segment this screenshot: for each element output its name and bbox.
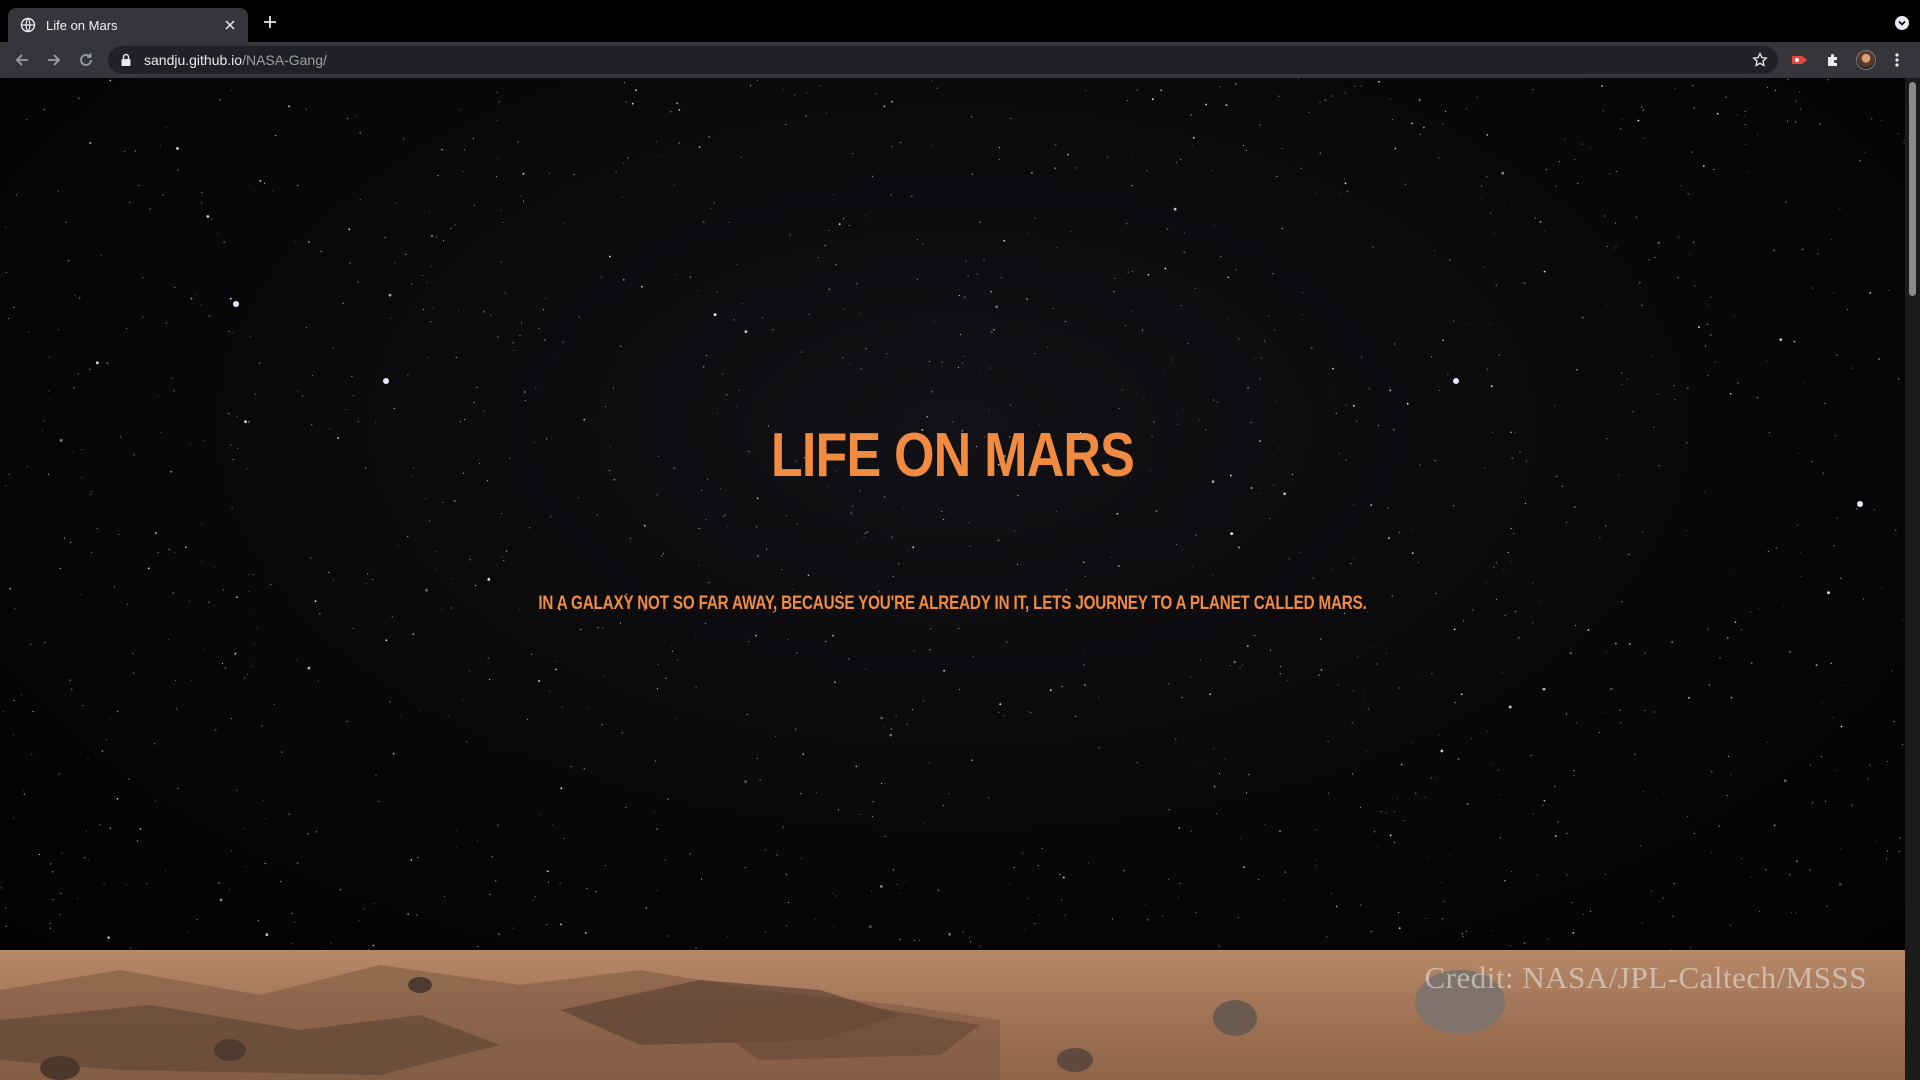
scrollbar-thumb[interactable] [1909, 82, 1916, 296]
forward-icon[interactable] [44, 50, 64, 70]
plus-icon[interactable] [262, 14, 278, 30]
tab-title: Life on Mars [46, 17, 118, 33]
browser-toolbar: sandju.github.io/NASA-Gang/ [0, 42, 1920, 78]
url-host: sandju.github.io [144, 52, 243, 68]
kebab-menu-icon[interactable] [1887, 50, 1907, 70]
page-subtitle: IN A GALAXY NOT SO FAR AWAY, BECAUSE YOU… [538, 593, 1367, 614]
puzzle-icon[interactable] [1823, 50, 1843, 70]
starfield [0, 78, 1905, 950]
tab-search-icon[interactable] [1894, 15, 1910, 31]
vertical-scrollbar[interactable] [1905, 78, 1920, 1080]
avatar[interactable] [1856, 50, 1876, 70]
url-path: /NASA-Gang/ [242, 52, 327, 68]
address-bar[interactable]: sandju.github.io/NASA-Gang/ [108, 46, 1778, 74]
starfield-background [0, 78, 1905, 950]
tab-strip: Life on Mars [0, 0, 1920, 42]
close-icon[interactable] [222, 17, 238, 33]
globe-icon [20, 17, 36, 33]
back-icon[interactable] [12, 50, 32, 70]
page-title: LIFE ON MARS [770, 421, 1135, 490]
lock-icon[interactable] [120, 53, 132, 67]
browser-tab[interactable]: Life on Mars [8, 8, 248, 42]
reload-icon[interactable] [76, 50, 96, 70]
page-viewport: LIFE ON MARS IN A GALAXY NOT SO FAR AWAY… [0, 78, 1905, 1080]
extension-red-icon[interactable] [1790, 50, 1810, 70]
mars-surface-banner: Credit: NASA/JPL-Caltech/MSSS [0, 950, 1905, 1080]
photo-credit: Credit: NASA/JPL-Caltech/MSSS [1424, 960, 1867, 995]
star-icon[interactable] [1752, 51, 1768, 68]
